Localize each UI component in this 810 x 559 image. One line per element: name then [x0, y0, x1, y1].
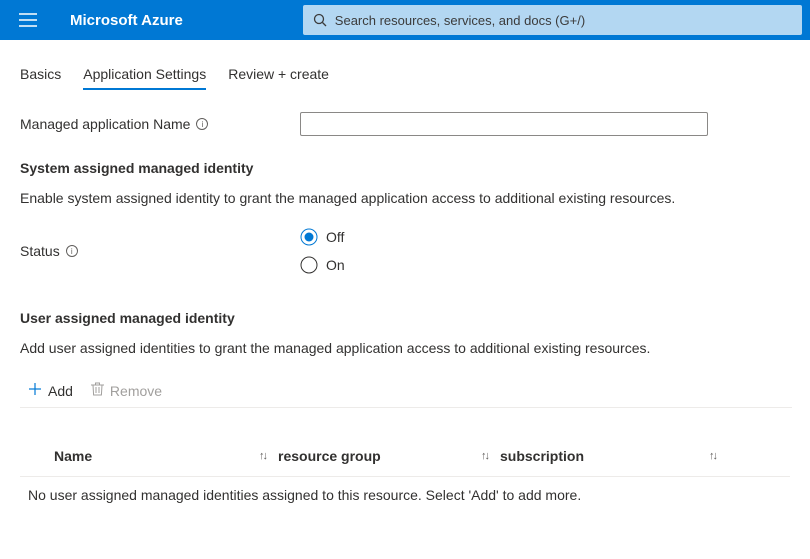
- hamburger-menu-button[interactable]: [8, 0, 48, 40]
- info-icon[interactable]: i: [196, 118, 208, 130]
- global-search[interactable]: [303, 5, 802, 35]
- remove-button: Remove: [91, 382, 162, 399]
- brand-title: Microsoft Azure: [70, 12, 183, 29]
- remove-button-label: Remove: [110, 383, 162, 399]
- hamburger-icon: [19, 13, 37, 27]
- system-identity-desc: Enable system assigned identity to grant…: [20, 190, 792, 206]
- managed-app-name-input[interactable]: [300, 112, 708, 136]
- add-button-label: Add: [48, 383, 73, 399]
- identity-table-header: Name ↑↓ resource group ↑↓ subscription ↑…: [20, 442, 790, 477]
- managed-app-name-row: Managed application Name i: [20, 112, 792, 136]
- info-icon[interactable]: i: [66, 245, 78, 257]
- status-option-on[interactable]: On: [300, 256, 345, 274]
- azure-topbar: Microsoft Azure: [0, 0, 810, 40]
- search-icon: [313, 13, 327, 27]
- identity-table: Name ↑↓ resource group ↑↓ subscription ↑…: [20, 442, 790, 513]
- radio-unchecked-icon: [300, 256, 318, 274]
- user-identity-title: User assigned managed identity: [20, 310, 792, 326]
- radio-checked-icon: [300, 228, 318, 246]
- column-name-label: Name: [54, 448, 92, 464]
- sort-icon: ↑↓: [709, 450, 716, 462]
- page-content: Basics Application Settings Review + cre…: [0, 40, 810, 513]
- column-resource-group[interactable]: resource group ↑↓: [278, 448, 500, 464]
- identity-toolbar: Add Remove: [20, 378, 792, 408]
- identity-table-empty: No user assigned managed identities assi…: [20, 477, 790, 513]
- column-subscription[interactable]: subscription ↑↓: [500, 448, 728, 464]
- create-tabs: Basics Application Settings Review + cre…: [20, 60, 792, 90]
- system-identity-title: System assigned managed identity: [20, 160, 792, 176]
- tab-basics[interactable]: Basics: [20, 60, 61, 90]
- status-option-off[interactable]: Off: [300, 228, 345, 246]
- sort-icon: ↑↓: [259, 450, 266, 462]
- radio-label-on: On: [326, 257, 345, 273]
- search-input[interactable]: [335, 13, 792, 28]
- trash-icon: [91, 382, 104, 399]
- status-radio-group: Off On: [300, 228, 345, 274]
- add-button[interactable]: Add: [28, 382, 73, 399]
- user-identity-desc: Add user assigned identities to grant th…: [20, 340, 792, 356]
- radio-label-off: Off: [326, 229, 344, 245]
- column-resource-group-label: resource group: [278, 448, 381, 464]
- status-label: Status: [20, 243, 60, 259]
- column-name[interactable]: Name ↑↓: [54, 448, 278, 464]
- managed-app-name-label: Managed application Name: [20, 116, 190, 132]
- sort-icon: ↑↓: [481, 450, 488, 462]
- status-row: Status i Off On: [20, 228, 792, 274]
- column-subscription-label: subscription: [500, 448, 584, 464]
- plus-icon: [28, 382, 42, 399]
- tab-application-settings[interactable]: Application Settings: [83, 60, 206, 90]
- tab-review-create[interactable]: Review + create: [228, 60, 329, 90]
